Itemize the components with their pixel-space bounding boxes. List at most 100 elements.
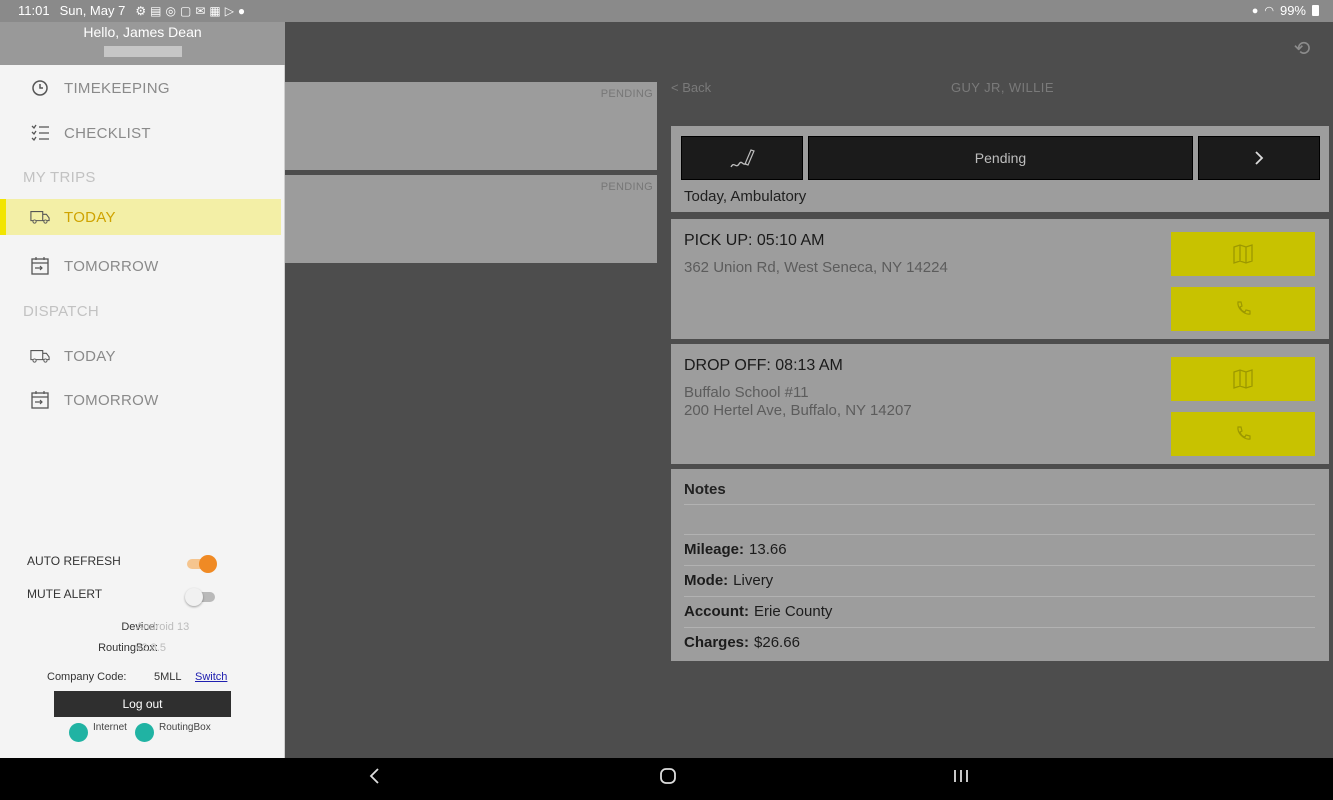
next-button[interactable] — [1198, 136, 1320, 180]
pickup-map-button[interactable] — [1171, 232, 1315, 276]
internet-status-label: Internet — [93, 722, 127, 733]
calendar-arrow-icon — [30, 390, 50, 410]
pickup-panel: PICK UP: 05:10 AM 362 Union Rd, West Sen… — [671, 219, 1329, 339]
internet-status: Internet — [69, 722, 127, 742]
notes-panel: Notes Mileage: 13.66 Mode: Livery Account:… — [671, 469, 1329, 661]
pickup-heading: PICK UP: 05:10 AM — [684, 232, 825, 249]
clock-icon — [30, 78, 50, 98]
dropoff-address-block: Buffalo School #11 200 Hertel Ave, Buffa… — [684, 384, 912, 420]
trip-status: PENDING — [600, 88, 653, 100]
routingbox-status: RoutingBox — [135, 722, 211, 742]
phone-icon — [1237, 426, 1251, 440]
company-code-row: Company Code: 5MLL Switch — [47, 671, 227, 683]
mileage-value: 13.66 — [749, 541, 787, 558]
map-icon — [1233, 369, 1253, 389]
trip-status: PENDING — [600, 181, 653, 193]
notes-body — [684, 504, 1315, 534]
company-code-value: 5MLL — [154, 671, 182, 683]
mode-row: Mode: Livery — [684, 565, 1315, 596]
nav-checklist-label: CHECKLIST — [64, 124, 151, 142]
auto-refresh-setting: AUTO REFRESH — [27, 554, 217, 574]
trip-actions-panel: Pending Today, Ambulatory — [671, 126, 1329, 212]
home-nav-icon[interactable] — [659, 767, 677, 791]
account-label: Account: — [684, 603, 749, 620]
play-icon: ▷ — [224, 3, 234, 18]
auto-refresh-label: AUTO REFRESH — [27, 554, 121, 568]
back-nav-icon[interactable] — [367, 767, 381, 791]
notification-icons: ⚙ ▤ ◎ ▢ ✉ ▦ ▷ ● — [135, 4, 245, 18]
internet-status-dot — [69, 723, 88, 742]
nav-dispatch-tomorrow-label: TOMORROW — [64, 391, 159, 409]
greeting: Hello, James Dean — [83, 24, 202, 40]
dropoff-heading: DROP OFF: 08:13 AM — [684, 357, 843, 374]
pickup-call-button[interactable] — [1171, 287, 1315, 331]
dropoff-call-button[interactable] — [1171, 412, 1315, 456]
nav-checklist[interactable]: CHECKLIST — [0, 115, 285, 151]
detail-header: < Back GUY JR, WILLIE — [671, 78, 1331, 98]
battery-icon — [1312, 5, 1319, 16]
company-code-label: Company Code: — [47, 671, 127, 683]
map-icon — [1233, 244, 1253, 264]
nav-my-trips-tomorrow-label: TOMORROW — [64, 257, 159, 275]
auto-refresh-toggle[interactable] — [185, 555, 217, 573]
refresh-icon[interactable]: ⟲ — [1291, 38, 1313, 60]
image-icon: ▦ — [209, 3, 221, 18]
trip-list-item[interactable]: PENDING — [285, 175, 657, 263]
system-nav-bar — [0, 758, 1333, 800]
nav-timekeeping-label: TIMEKEEPING — [64, 79, 170, 97]
charges-value: $26.66 — [754, 634, 800, 651]
pickup-address: 362 Union Rd, West Seneca, NY 14224 — [684, 259, 948, 276]
mileage-row: Mileage: 13.66 — [684, 534, 1315, 565]
nav-dispatch-tomorrow[interactable]: TOMORROW — [0, 382, 285, 418]
section-my-trips: MY TRIPS — [23, 169, 96, 186]
dropoff-place: Buffalo School #11 — [684, 384, 809, 401]
routingbox-status-label: RoutingBox — [159, 722, 211, 733]
truck-icon — [30, 346, 50, 366]
calendar-arrow-icon — [30, 256, 50, 276]
trip-subtitle: Today, Ambulatory — [684, 188, 807, 205]
nav-my-trips-tomorrow[interactable]: TOMORROW — [0, 248, 285, 284]
recents-nav-icon[interactable] — [952, 767, 970, 791]
status-date: Sun, May 7 — [59, 3, 126, 18]
status-bar: 11:01 Sun, May 7 ⚙ ▤ ◎ ▢ ✉ ▦ ▷ ● ● ◠ 99% — [0, 0, 1333, 22]
passenger-name: GUY JR, WILLIE — [951, 80, 1054, 95]
truck-icon — [30, 207, 50, 227]
routingbox-status-dot — [135, 723, 154, 742]
nav-timekeeping[interactable]: TIMEKEEPING — [0, 70, 285, 106]
account-value: Erie County — [754, 603, 833, 620]
section-dispatch: DISPATCH — [23, 303, 100, 320]
phone-icon — [1237, 301, 1251, 315]
account-row: Account: Erie County — [684, 596, 1315, 627]
location-icon: ● — [1251, 4, 1259, 17]
app-icon: ▤ — [150, 3, 162, 18]
dropoff-address: 200 Hertel Ave, Buffalo, NY 14207 — [684, 402, 912, 419]
status-time: 11:01 — [18, 3, 50, 18]
nav-dispatch-today[interactable]: TODAY — [0, 338, 285, 374]
signature-icon — [730, 149, 755, 168]
battery-percent: 99% — [1279, 3, 1306, 18]
nav-dispatch-today-label: TODAY — [64, 347, 116, 365]
wifi-icon: ◠ — [1264, 5, 1274, 17]
app-icon-2: ▢ — [179, 3, 192, 18]
mode-label: Mode: — [684, 572, 729, 589]
mute-alert-toggle[interactable] — [185, 588, 217, 606]
status-button[interactable]: Pending — [808, 136, 1193, 180]
switch-company-link[interactable]: Switch — [195, 671, 227, 683]
mute-alert-setting: MUTE ALERT — [27, 587, 217, 607]
drawer-header: Hello, James Dean — [0, 22, 285, 65]
routingbox-version: v2.8.5 — [136, 642, 166, 654]
dropoff-panel: DROP OFF: 08:13 AM Buffalo School #11 20… — [671, 344, 1329, 464]
trip-list-item[interactable]: PENDING — [285, 82, 657, 170]
logout-button[interactable]: Log out — [54, 691, 231, 717]
nav-my-trips-today[interactable]: TODAY — [6, 199, 281, 235]
signature-button[interactable] — [681, 136, 803, 180]
dropoff-map-button[interactable] — [1171, 357, 1315, 401]
checklist-icon — [30, 123, 50, 143]
user-subtitle-placeholder — [104, 46, 182, 57]
notes-title: Notes — [684, 481, 726, 498]
back-link[interactable]: < Back — [671, 80, 711, 95]
settings-icon: ⚙ — [135, 3, 147, 18]
charges-row: Charges: $26.66 — [684, 627, 1315, 658]
navigation-drawer: Hello, James Dean TIMEKEEPING CHECKLIST … — [0, 22, 285, 758]
mode-value: Livery — [733, 572, 774, 589]
